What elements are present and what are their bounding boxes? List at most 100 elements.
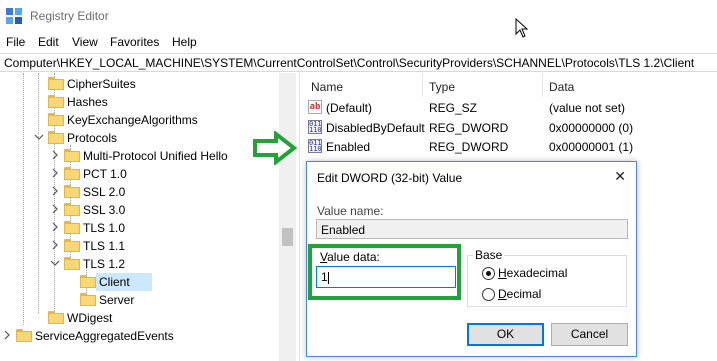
folder-icon (48, 77, 64, 90)
green-highlight-box (308, 244, 461, 300)
column-type[interactable]: Type (429, 80, 455, 94)
folder-icon (48, 113, 64, 126)
base-label: Base (473, 248, 505, 262)
decimal-label[interactable]: Decimal (498, 287, 541, 301)
menu-bar: File Edit View Favorites Help (0, 32, 717, 52)
tree-item[interactable]: KeyExchangeAlgorithms (0, 111, 279, 129)
tree-item[interactable]: Client (0, 273, 279, 291)
tree-item-label: Protocols (67, 131, 118, 145)
tree-item[interactable]: SSL 3.0 (0, 201, 279, 219)
edit-dword-dialog: Edit DWORD (32-bit) Value ✕ Value name: … (306, 161, 637, 357)
menu-file[interactable]: File (6, 35, 25, 49)
column-divider[interactable] (422, 73, 423, 97)
dword-value-icon: 011 110 (308, 139, 322, 153)
tree-item[interactable]: CipherSuites (0, 75, 279, 93)
tree-item[interactable]: TLS 1.0 (0, 219, 279, 237)
folder-icon (64, 221, 80, 234)
tree-item-label: PCT 1.0 (83, 167, 127, 181)
folder-icon (64, 239, 80, 252)
value-name-label: Value name: (317, 204, 384, 218)
folder-icon (16, 329, 32, 342)
close-icon[interactable]: ✕ (614, 168, 626, 185)
value-type: REG_SZ (429, 101, 478, 115)
address-bar[interactable]: Computer\HKEY_LOCAL_MACHINE\SYSTEM\Curre… (0, 53, 717, 72)
tree-item-label: Hashes (67, 95, 108, 109)
tree-item[interactable]: Hashes (0, 93, 279, 111)
column-name[interactable]: Name (311, 80, 343, 94)
key-tree: CipherSuites Hashes KeyExchangeAlgorithms P… (0, 73, 294, 361)
tree-item[interactable]: Server (0, 291, 279, 309)
decimal-radio[interactable] (482, 288, 495, 301)
registry-editor-icon (6, 8, 22, 24)
value-row[interactable]: 011 110 DisabledByDefault REG_DWORD 0x000… (302, 119, 717, 137)
dialog-title: Edit DWORD (32-bit) Value (317, 171, 463, 185)
value-name: Enabled (326, 140, 371, 154)
tree-scrollbar[interactable] (279, 73, 296, 361)
folder-icon (64, 185, 80, 198)
menu-help[interactable]: Help (172, 35, 197, 49)
chevron-right-icon[interactable] (50, 222, 60, 232)
value-row[interactable]: ab (Default) REG_SZ (value not set) (302, 99, 717, 117)
tree-item[interactable]: TLS 1.1 (0, 237, 279, 255)
chevron-right-icon[interactable] (50, 150, 60, 160)
hexadecimal-radio[interactable] (482, 267, 495, 280)
value-row[interactable]: 011 110 Enabled REG_DWORD 0x00000001 (1) (302, 138, 717, 156)
tree-item[interactable]: SSL 2.0 (0, 183, 279, 201)
value-name: (Default) (326, 101, 373, 115)
tree-item[interactable]: PCT 1.0 (0, 165, 279, 183)
tree-item-label: Multi-Protocol Unified Hello (83, 149, 228, 163)
tree-item[interactable]: ServiceAggregatedEvents (0, 327, 279, 345)
value-type: REG_DWORD (429, 140, 509, 154)
tree-item-label: SSL 3.0 (83, 203, 126, 217)
menu-view[interactable]: View (72, 35, 98, 49)
window-title: Registry Editor (30, 9, 109, 23)
menu-favorites[interactable]: Favorites (110, 35, 159, 49)
chevron-down-icon[interactable] (50, 258, 60, 268)
value-type: REG_DWORD (429, 121, 509, 135)
folder-icon (64, 149, 80, 162)
ok-button[interactable]: OK (467, 323, 544, 346)
value-data: 0x00000000 (0) (549, 121, 634, 135)
folder-icon (64, 167, 80, 180)
tree-item-label: Client (99, 275, 130, 289)
tree-item-label: TLS 1.0 (83, 221, 126, 235)
tree-item[interactable]: Protocols (0, 129, 279, 147)
tree-item-label: SSL 2.0 (83, 185, 126, 199)
folder-icon (48, 131, 64, 144)
value-name-field: Enabled (316, 219, 628, 239)
tree-item-label: CipherSuites (67, 77, 136, 91)
chevron-right-icon[interactable] (50, 168, 60, 178)
chevron-right-icon[interactable] (50, 204, 60, 214)
hexadecimal-label[interactable]: Hexadecimal (498, 266, 567, 280)
tree-item-label: TLS 1.2 (83, 257, 126, 271)
address-path[interactable]: Computer\HKEY_LOCAL_MACHINE\SYSTEM\Curre… (4, 56, 694, 70)
chevron-down-icon[interactable] (34, 132, 44, 142)
value-name: DisabledByDefault (326, 121, 425, 135)
tree-item[interactable]: Multi-Protocol Unified Hello (0, 147, 279, 165)
tree-item[interactable]: TLS 1.2 (0, 255, 279, 273)
menu-edit[interactable]: Edit (38, 35, 59, 49)
title-bar: Registry Editor (0, 0, 717, 38)
folder-icon (48, 95, 64, 108)
dword-value-icon: 011 110 (308, 120, 322, 134)
cancel-button[interactable]: Cancel (551, 323, 628, 346)
value-data: 0x00000001 (1) (549, 140, 634, 154)
tree-item-label: KeyExchangeAlgorithms (67, 113, 198, 127)
tree-item-label: WDigest (67, 311, 113, 325)
column-data[interactable]: Data (549, 80, 574, 94)
folder-icon (64, 203, 80, 216)
column-divider[interactable] (542, 73, 543, 97)
chevron-right-icon[interactable] (50, 186, 60, 196)
list-header: Name Type Data (302, 73, 717, 97)
scrollbar-thumb[interactable] (282, 228, 293, 246)
tree-item-label: ServiceAggregatedEvents (35, 329, 174, 343)
tree-item[interactable]: WDigest (0, 309, 279, 327)
tree-item-label: Server (99, 293, 135, 307)
pane-splitter[interactable] (296, 73, 300, 361)
string-value-icon: ab (308, 100, 322, 114)
chevron-right-icon[interactable] (50, 240, 60, 250)
folder-icon (80, 293, 96, 306)
folder-icon (48, 311, 64, 324)
value-data: (value not set) (549, 101, 626, 115)
chevron-right-icon[interactable] (2, 330, 12, 340)
